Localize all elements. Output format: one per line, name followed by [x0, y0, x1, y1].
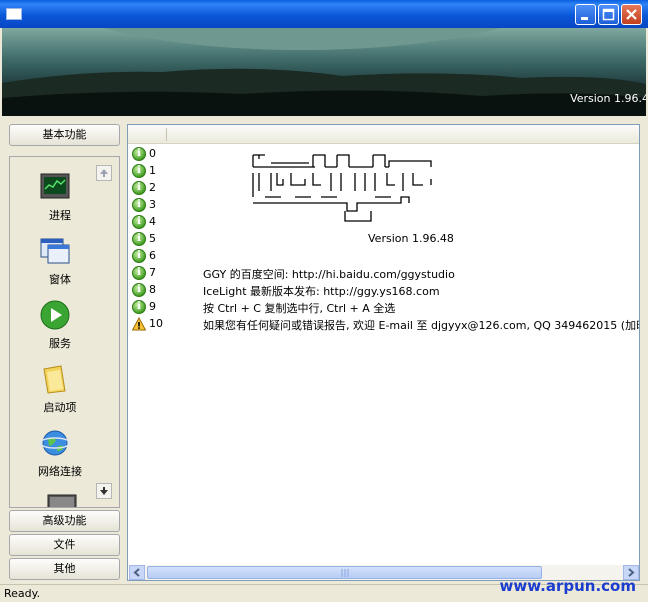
scroll-left-button[interactable] [129, 565, 145, 580]
close-icon [626, 9, 637, 20]
scrollbar-thumb[interactable] [147, 566, 542, 579]
nav-item-label: 窗体 [49, 273, 71, 286]
grip-icon [341, 569, 349, 577]
info-icon: i [132, 283, 146, 297]
row-number: 3 [149, 198, 156, 211]
row-number: 8 [149, 283, 156, 296]
info-icon: i [132, 181, 146, 195]
minimize-icon [581, 17, 588, 20]
windows-icon [40, 238, 70, 264]
row-text: IceLight 最新版本发布: http://ggy.ys168.com [203, 285, 440, 298]
nav-item-startup[interactable]: 启动项 [10, 363, 100, 423]
maximize-icon [602, 8, 615, 21]
advanced-functions-button[interactable]: 高级功能 [9, 510, 120, 532]
info-icon: i [132, 300, 146, 314]
info-icon: i [132, 147, 146, 161]
info-icon: i [132, 164, 146, 178]
banner-landscape-image [2, 28, 646, 116]
watermark-text: www.arpun.com [499, 577, 636, 595]
process-monitor-icon [40, 173, 70, 199]
log-row[interactable]: i 5 Version 1.96.48 [131, 231, 639, 248]
nav-item-network[interactable]: 网络连接 [10, 427, 100, 487]
row-number: 2 [149, 181, 156, 194]
info-icon: i [132, 266, 146, 280]
info-icon: i [132, 215, 146, 229]
log-row[interactable]: i 8 IceLight 最新版本发布: http://ggy.ys168.co… [131, 282, 639, 299]
other-button[interactable]: 其他 [9, 558, 120, 580]
row-number: 7 [149, 266, 156, 279]
column-header [128, 125, 639, 144]
row-text: 如果您有任何疑问或错误报告, 欢迎 E-mail 至 djgyyx@126.co… [203, 319, 639, 332]
basic-functions-button[interactable]: 基本功能 [9, 124, 120, 146]
globe-network-icon [39, 430, 71, 456]
close-button[interactable] [621, 4, 642, 25]
warning-icon [132, 317, 146, 331]
header-banner: Version 1.96.48 [2, 28, 646, 116]
nav-item-process[interactable]: 进程 [10, 171, 100, 231]
status-text: Ready. [4, 587, 41, 600]
row-number: 9 [149, 300, 156, 313]
nav-item-services[interactable]: 服务 [10, 299, 100, 359]
title-bar [0, 0, 648, 28]
row-text: GGY 的百度空间: http://hi.baidu.com/ggystudio [203, 268, 455, 281]
row-number: 1 [149, 164, 156, 177]
row-number: 10 [149, 317, 163, 330]
row-number: 6 [149, 249, 156, 262]
info-icon: i [132, 249, 146, 263]
column-separator[interactable] [166, 128, 167, 141]
play-service-icon [40, 300, 70, 330]
nav-item-windows[interactable]: 窗体 [10, 235, 100, 295]
info-icon: i [132, 198, 146, 212]
chip-icon [47, 494, 77, 507]
row-number: 0 [149, 147, 156, 160]
nav-item-label: 进程 [49, 209, 71, 222]
row-text: 按 Ctrl + C 复制选中行, Ctrl + A 全选 [203, 302, 396, 315]
app-icon [6, 8, 22, 20]
nav-item-label: 网络连接 [38, 465, 82, 478]
sidebar: 基本功能 进程 窗体 服务 启动项 网络连接 高级功能 文件 其他 [2, 118, 126, 584]
startup-folder-icon [43, 365, 66, 394]
banner-version-text: Version 1.96.48 [570, 92, 646, 105]
arrow-left-icon [133, 568, 140, 577]
row-number: 5 [149, 232, 156, 245]
log-list: i 0 i 1 i 2 i 3 i 4 i 5 Version 1.96.48 … [127, 124, 640, 581]
file-button[interactable]: 文件 [9, 534, 120, 556]
nav-item-label: 服务 [49, 337, 71, 350]
log-row[interactable]: i 7 GGY 的百度空间: http://hi.baidu.com/ggyst… [131, 265, 639, 282]
info-icon: i [132, 232, 146, 246]
version-line: Version 1.96.48 [368, 232, 454, 245]
minimize-button[interactable] [575, 4, 596, 25]
log-row[interactable]: i 9 按 Ctrl + C 复制选中行, Ctrl + A 全选 [131, 299, 639, 316]
nav-list: 进程 窗体 服务 启动项 网络连接 [9, 156, 120, 508]
ascii-art-logo [251, 153, 441, 222]
log-row[interactable]: 10 如果您有任何疑问或错误报告, 欢迎 E-mail 至 djgyyx@126… [131, 316, 639, 333]
maximize-button[interactable] [598, 4, 619, 25]
log-row[interactable]: i 6 [131, 248, 639, 265]
row-number: 4 [149, 215, 156, 228]
nav-item-label: 启动项 [43, 401, 77, 414]
